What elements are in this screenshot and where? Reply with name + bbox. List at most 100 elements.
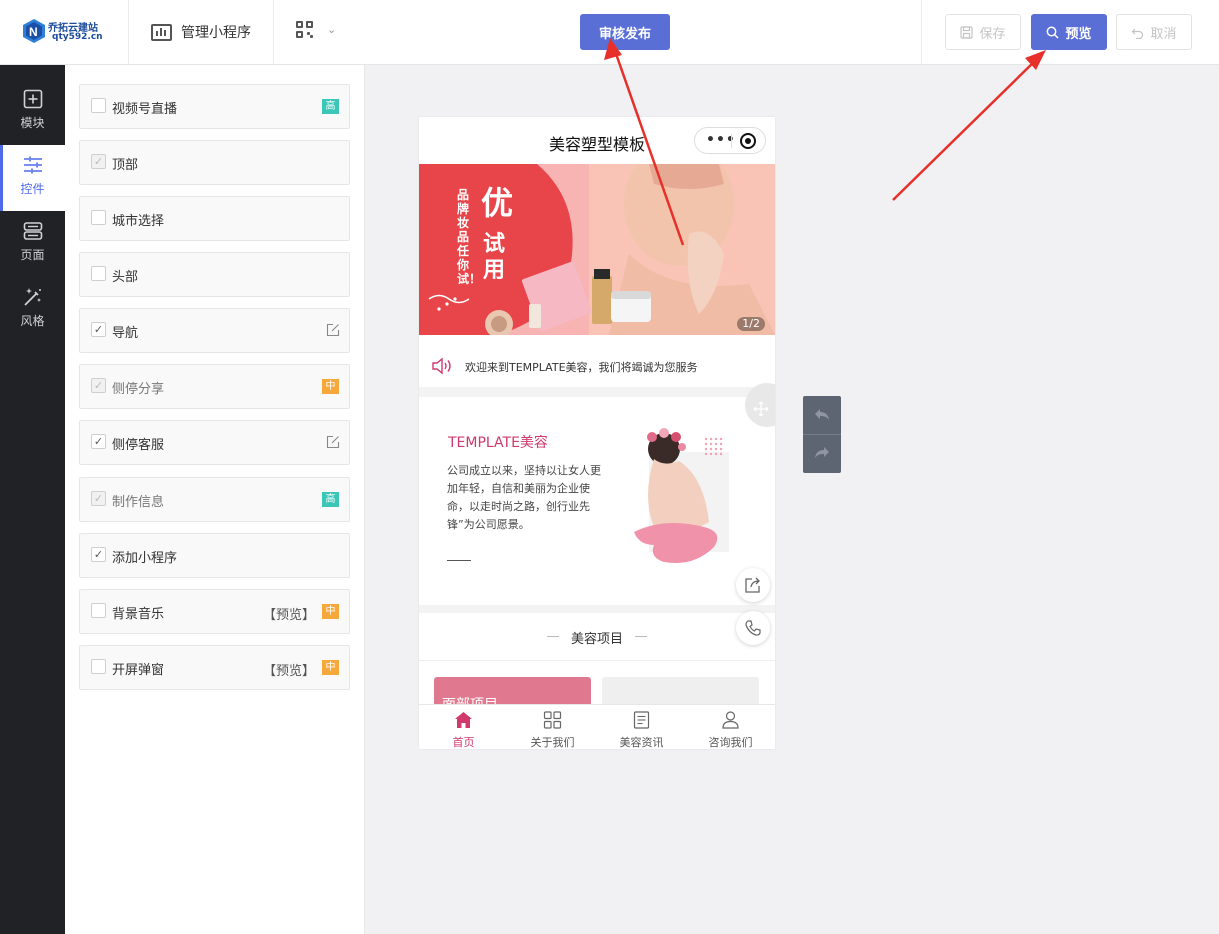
tab-news[interactable]: 美容资讯 [597, 705, 686, 749]
checkbox[interactable] [91, 210, 106, 225]
control-label: 开屏弹窗 [112, 663, 165, 678]
banner-page-indicator: 1/2 [737, 317, 765, 331]
chevron-down-icon: ⌄ [327, 23, 337, 36]
banner-big-char-1: 优 [481, 184, 514, 222]
tab-label: 美容资讯 [619, 736, 664, 749]
tab-bar: 首页 关于我们 美容资讯 咨询我们 [419, 704, 775, 749]
checkbox[interactable] [91, 98, 106, 113]
tab-home[interactable]: 首页 [419, 705, 508, 749]
control-bg-music[interactable]: 背景音乐 【预览】 中 [79, 589, 350, 634]
cancel-label: 取消 [1150, 26, 1177, 42]
control-city-select[interactable]: 城市选择 [79, 196, 350, 241]
preview-link[interactable]: 【预览】 [263, 660, 315, 679]
user-icon [722, 711, 739, 729]
edit-icon[interactable] [326, 435, 340, 449]
control-side-service[interactable]: ✓ 侧停客服 [79, 420, 350, 465]
banner-carousel[interactable]: 品牌妆品任你试！ 优 试 用 1/2 [419, 164, 775, 335]
tier-badge: 中 [322, 604, 339, 619]
undo-button[interactable] [803, 396, 841, 434]
checkbox[interactable] [91, 603, 106, 618]
control-header[interactable]: 头部 [79, 252, 350, 297]
about-photo [634, 428, 729, 563]
project-cards: 面部项目 [419, 662, 775, 717]
undo-arrow-icon [815, 409, 829, 420]
svg-text:N: N [29, 25, 38, 39]
capsule-menu[interactable]: ••• [694, 127, 766, 154]
search-icon [1047, 26, 1060, 39]
logo-icon: N [23, 19, 45, 43]
checkbox[interactable] [91, 659, 106, 674]
checkbox[interactable]: ✓ [91, 434, 106, 449]
nav-item-controls[interactable]: 控件 [0, 145, 65, 211]
tab-about[interactable]: 关于我们 [508, 705, 597, 749]
control-label: 背景音乐 [112, 607, 165, 622]
control-maker-info[interactable]: ✓ 制作信息 高 [79, 477, 350, 522]
undo-icon [1132, 28, 1144, 39]
checkbox: ✓ [91, 378, 106, 393]
control-add-miniprogram[interactable]: ✓ 添加小程序 [79, 533, 350, 578]
control-navigation[interactable]: ✓ 导航 [79, 308, 350, 353]
phone-icon [745, 620, 761, 636]
home-icon [455, 712, 472, 728]
control-side-share[interactable]: ✓ 侧停分享 中 [79, 364, 350, 409]
nav-item-style[interactable]: 风格 [0, 277, 65, 343]
divider [273, 0, 274, 64]
control-video-live[interactable]: 视频号直播 高 [79, 84, 350, 129]
qrcode-icon [296, 21, 313, 38]
top-bar: N 乔拓云建站 qty592.cn 管理小程序 ⌄ 审核发布 保存 预览 取消 [0, 0, 1219, 65]
section-header: 美容项目 [419, 613, 775, 661]
publish-button[interactable]: 审核发布 [580, 14, 670, 50]
tier-badge: 中 [322, 379, 339, 394]
save-button[interactable]: 保存 [945, 14, 1021, 50]
checkbox[interactable] [91, 266, 106, 281]
preview-label: 预览 [1065, 26, 1092, 42]
control-label: 头部 [112, 270, 139, 285]
notice-bar[interactable]: 欢迎来到TEMPLATE美容，我们将竭诚为您服务 [419, 345, 775, 387]
control-label: 视频号直播 [112, 102, 178, 117]
control-label: 导航 [112, 326, 139, 341]
side-service-button[interactable] [736, 611, 770, 645]
nav-label: 模块 [20, 116, 45, 130]
control-label: 城市选择 [112, 214, 165, 229]
manage-miniprogram-button[interactable]: 管理小程序 [151, 20, 251, 44]
side-share-button[interactable] [736, 568, 770, 602]
preview-button[interactable]: 预览 [1031, 14, 1107, 50]
move-handle[interactable] [745, 383, 775, 427]
banner-vertical-text: 品牌妆品任你试！ [457, 188, 482, 286]
divider [921, 0, 922, 64]
magic-wand-icon [24, 288, 41, 306]
tier-badge: 高 [322, 492, 339, 507]
cancel-button[interactable]: 取消 [1116, 14, 1192, 50]
nav-label: 控件 [20, 182, 45, 196]
divider [128, 0, 129, 64]
redo-button[interactable] [803, 435, 841, 473]
checkbox[interactable]: ✓ [91, 322, 106, 337]
speaker-icon [432, 357, 451, 375]
grid-icon [543, 711, 562, 729]
nav-item-modules[interactable]: 模块 [0, 79, 65, 145]
undo-redo-panel [803, 396, 841, 473]
control-label: 制作信息 [112, 495, 165, 510]
checkbox: ✓ [91, 491, 106, 506]
save-icon [960, 25, 974, 39]
chart-icon [151, 23, 172, 41]
checkbox[interactable]: ✓ [91, 547, 106, 562]
banner-image [419, 164, 775, 335]
save-label: 保存 [979, 26, 1006, 42]
edit-icon[interactable] [326, 323, 340, 337]
miniprogram-titlebar: 美容塑型模板 ••• [419, 117, 775, 164]
nav-label: 风格 [20, 314, 45, 328]
nav-item-pages[interactable]: 页面 [0, 211, 65, 277]
tab-contact[interactable]: 咨询我们 [686, 705, 775, 749]
about-module[interactable]: TEMPLATE美容 公司成立以来，坚持以让女人更加年轻，自信和美丽为企业使命，… [419, 383, 775, 605]
preview-link[interactable]: 【预览】 [263, 604, 315, 623]
section-title: 美容项目 [570, 632, 623, 647]
control-top[interactable]: ✓ 顶部 [79, 140, 350, 185]
qrcode-dropdown[interactable]: ⌄ [296, 21, 336, 38]
close-target-icon[interactable] [740, 133, 756, 149]
checkbox: ✓ [91, 154, 106, 169]
tab-label: 关于我们 [530, 736, 575, 749]
control-splash-popup[interactable]: 开屏弹窗 【预览】 中 [79, 645, 350, 690]
article-icon [633, 711, 650, 729]
logo[interactable]: N 乔拓云建站 qty592.cn [22, 16, 103, 48]
